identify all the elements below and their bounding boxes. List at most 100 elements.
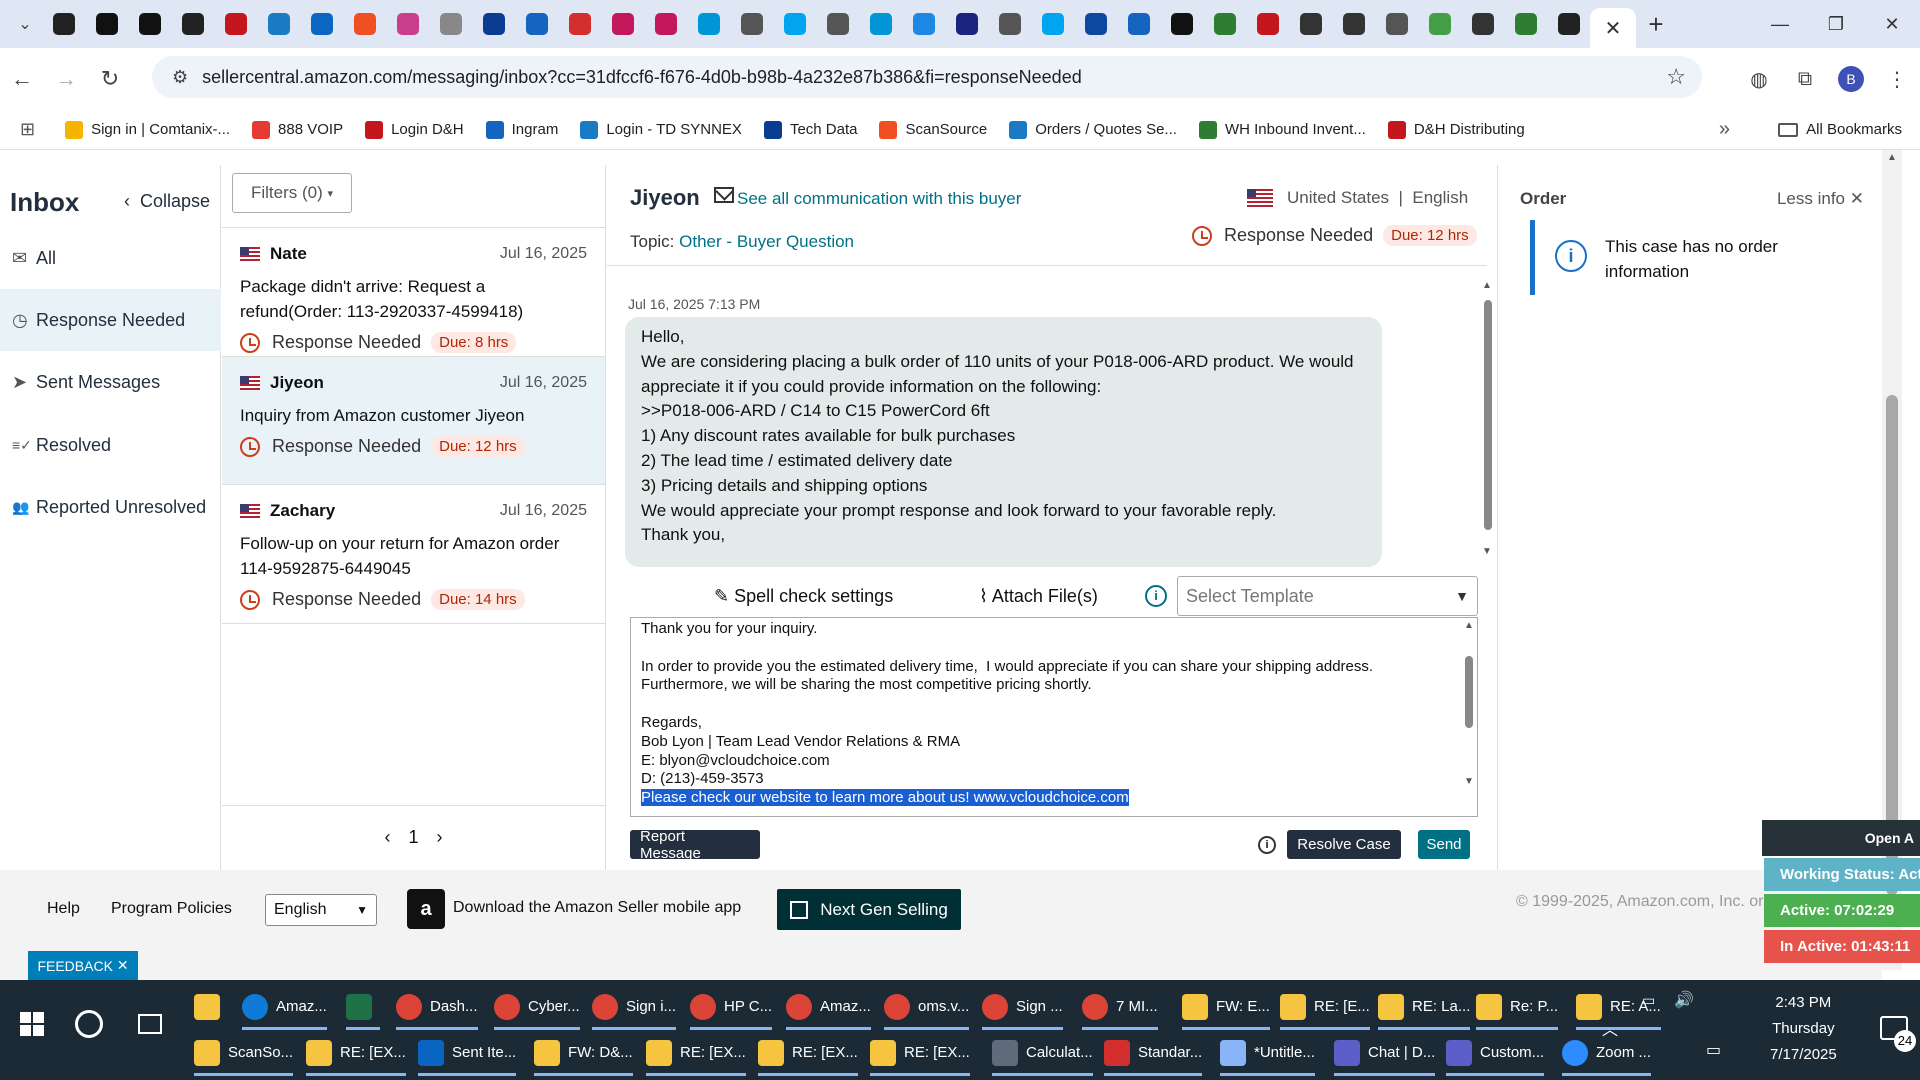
tab[interactable] [1547, 6, 1590, 42]
taskbar-app[interactable]: Sign i... [592, 986, 677, 1030]
tab[interactable] [773, 6, 816, 42]
battery-icon[interactable]: ▭ [1642, 992, 1655, 1009]
amazon-app-icon[interactable]: a [407, 889, 445, 929]
prev-page-icon[interactable]: ‹ [384, 827, 390, 848]
taskbar-app[interactable]: RE: La... [1378, 986, 1471, 1030]
profile-avatar[interactable]: B [1838, 66, 1864, 92]
tab[interactable] [214, 6, 257, 42]
taskbar-app[interactable]: Sent Ite... [418, 1032, 517, 1076]
taskbar-app[interactable]: Standar... [1104, 1032, 1203, 1076]
less-info-button[interactable]: Less info ✕ [1777, 189, 1864, 209]
extensions-icon[interactable]: ⧉ [1782, 68, 1828, 91]
close-window-icon[interactable]: ✕ [1864, 0, 1920, 48]
tab[interactable] [1074, 6, 1117, 42]
taskbar-app[interactable]: *Untitle... [1220, 1032, 1315, 1076]
tab[interactable] [1375, 6, 1418, 42]
tab[interactable] [644, 6, 687, 42]
bookmark-item[interactable]: Ingram [485, 120, 558, 139]
nav-item-resolved[interactable]: ≡✓ Resolved [0, 414, 221, 476]
taskbar-app[interactable]: Re: P... [1476, 986, 1559, 1030]
task-view-icon[interactable] [138, 1014, 162, 1034]
forward-icon[interactable]: → [44, 66, 88, 92]
restore-icon[interactable]: ❐ [1808, 0, 1864, 48]
chevron-up-icon[interactable]: ︿ [1602, 1016, 1618, 1040]
topic-subcategory-link[interactable]: Buyer Question [737, 232, 854, 251]
network-icon[interactable]: ▭ [1706, 1040, 1721, 1060]
url-field[interactable]: ⚙ sellercentral.amazon.com/messaging/inb… [152, 56, 1702, 98]
tab[interactable] [687, 6, 730, 42]
taskbar-app[interactable]: RE: [EX... [306, 1032, 406, 1076]
attach-files-button[interactable]: ⌇ Attach File(s) [979, 586, 1098, 607]
tab[interactable] [85, 6, 128, 42]
tab[interactable] [257, 6, 300, 42]
tab[interactable] [128, 6, 171, 42]
see-all-communication-link[interactable]: See all communication with this buyer [737, 189, 1021, 209]
next-page-icon[interactable]: › [437, 827, 443, 848]
open-widget-button[interactable]: Open A [1762, 820, 1920, 856]
taskbar-app[interactable]: Amaz... [242, 986, 327, 1030]
all-bookmarks[interactable]: All Bookmarks [1778, 121, 1902, 138]
taskbar-app[interactable]: Calculat... [992, 1032, 1093, 1076]
tab-search-icon[interactable]: ⌄ [8, 14, 42, 34]
help-link[interactable]: Help [47, 900, 80, 918]
minimize-icon[interactable]: — [1752, 0, 1808, 48]
bookmark-item[interactable]: WH Inbound Invent... [1198, 120, 1366, 139]
tab[interactable] [1418, 6, 1461, 42]
list-item[interactable]: Nate Jul 16, 2025 Package didn't arrive:… [222, 227, 605, 356]
taskbar-app[interactable]: RE: [E... [1280, 986, 1370, 1030]
collapse-button[interactable]: ‹ Collapse [124, 191, 210, 212]
taskbar-app[interactable]: FW: D&... [534, 1032, 633, 1076]
tab[interactable] [386, 6, 429, 42]
scroll-down-icon[interactable]: ▼ [1464, 776, 1474, 787]
site-info-icon[interactable]: ⚙ [172, 67, 188, 88]
message-scrollbar[interactable]: ▲ ▼ [1482, 280, 1494, 560]
tab[interactable] [429, 6, 472, 42]
taskbar-app[interactable]: Sign ... [982, 986, 1063, 1030]
taskbar-app[interactable]: Chat | D... [1334, 1032, 1436, 1076]
taskbar-app[interactable]: oms.v... [884, 986, 970, 1030]
scroll-thumb[interactable] [1484, 300, 1492, 530]
list-item[interactable]: Zachary Jul 16, 2025 Follow-up on your r… [222, 484, 605, 623]
taskbar-app[interactable]: RE: [EX... [646, 1032, 746, 1076]
reply-textarea[interactable]: Thank you for your inquiry. In order to … [630, 617, 1478, 817]
nav-item-reported-unresolved[interactable]: 👥 Reported Unresolved [0, 476, 221, 538]
tab[interactable] [730, 6, 773, 42]
system-clock[interactable]: 2:43 PM Thursday 7/17/2025 [1770, 990, 1837, 1068]
list-item[interactable]: Jiyeon Jul 16, 2025 Inquiry from Amazon … [222, 356, 605, 484]
active-tab-close-icon[interactable]: ✕ [1590, 8, 1636, 48]
spell-check-settings-button[interactable]: ✎ Spell check settings [714, 586, 893, 607]
scroll-down-icon[interactable]: ▼ [1482, 546, 1492, 557]
report-message-button[interactable]: Report Message [630, 828, 760, 862]
tab[interactable] [515, 6, 558, 42]
tab[interactable] [601, 6, 644, 42]
apps-grid-icon[interactable]: ⊞ [20, 119, 35, 140]
tab[interactable] [1160, 6, 1203, 42]
bookmark-item[interactable]: ScanSource [879, 120, 987, 139]
bookmark-item[interactable]: Sign in | Comtanix-... [65, 120, 230, 139]
template-info-icon[interactable]: i [1145, 585, 1167, 607]
taskbar-app[interactable]: ScanSo... [194, 1032, 294, 1076]
translate-icon[interactable]: ◍ [1736, 67, 1782, 92]
nav-item-response-needed[interactable]: ◷ Response Needed [0, 289, 221, 351]
scroll-up-icon[interactable]: ▲ [1887, 152, 1897, 163]
back-icon[interactable]: ← [0, 66, 44, 92]
tab[interactable] [1461, 6, 1504, 42]
scroll-up-icon[interactable]: ▲ [1482, 280, 1492, 291]
tab[interactable] [1117, 6, 1160, 42]
taskbar-app[interactable]: HP C... [690, 986, 773, 1030]
volume-icon[interactable]: 🔊 [1674, 990, 1694, 1010]
nav-item-sent-messages[interactable]: ➤ Sent Messages [0, 351, 221, 413]
tab[interactable] [1332, 6, 1375, 42]
tab[interactable] [1203, 6, 1246, 42]
scroll-thumb[interactable] [1465, 656, 1473, 728]
windows-start-icon[interactable] [20, 1012, 44, 1036]
next-gen-selling-button[interactable]: Next Gen Selling [777, 889, 961, 930]
taskbar-app[interactable]: Cyber... [494, 986, 580, 1030]
resolve-info-icon[interactable]: i [1258, 836, 1276, 854]
bookmark-star-icon[interactable]: ☆ [1666, 64, 1686, 90]
reply-scrollbar[interactable]: ▲ ▼ [1461, 618, 1477, 816]
taskbar-app[interactable] [346, 986, 380, 1030]
tab[interactable] [472, 6, 515, 42]
tab[interactable] [902, 6, 945, 42]
tab[interactable] [1246, 6, 1289, 42]
